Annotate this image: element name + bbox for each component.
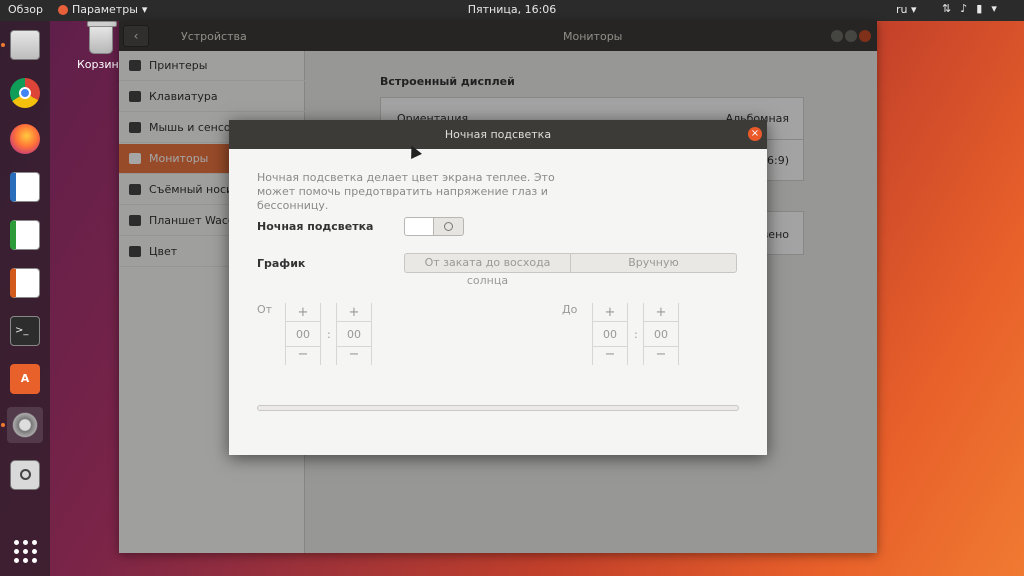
dock-impress[interactable] <box>7 265 43 301</box>
dialog-title: Ночная подсветка <box>444 128 552 141</box>
switch-off-icon <box>444 222 453 231</box>
switch-knob <box>405 218 434 235</box>
software-icon: A <box>10 364 40 394</box>
schedule-manual[interactable]: Вручную <box>570 254 736 272</box>
increment-button[interactable]: + <box>644 305 678 320</box>
to-minutes-value[interactable]: 00 <box>644 321 678 347</box>
from-minutes-value[interactable]: 00 <box>337 321 371 347</box>
to-hours-spinner[interactable]: + 00 − <box>592 303 628 365</box>
color-temperature-slider[interactable] <box>257 405 739 411</box>
impress-icon <box>10 268 40 298</box>
dock-firefox[interactable] <box>7 121 43 157</box>
trash-icon <box>87 21 117 54</box>
from-label: От <box>257 303 273 316</box>
decrement-button[interactable]: − <box>593 347 627 362</box>
schedule-selector: От заката до восхода солнца Вручную <box>404 253 737 287</box>
schedule-label: График <box>257 257 306 270</box>
dock-software[interactable]: A <box>7 361 43 397</box>
from-hours-spinner[interactable]: + 00 − <box>285 303 321 365</box>
battery-icon: ▮ <box>976 2 983 15</box>
to-minutes-spinner[interactable]: + 00 − <box>643 303 679 365</box>
schedule-sunset-to-sunrise[interactable]: От заката до восхода солнца <box>405 254 570 287</box>
writer-icon <box>10 172 40 202</box>
from-minutes-spinner[interactable]: + 00 − <box>336 303 372 365</box>
dialog-header: Ночная подсветка × <box>229 120 767 149</box>
volume-icon: ♪ <box>960 2 968 15</box>
language-indicator[interactable]: ru ▾ <box>896 3 917 16</box>
dialog-close-button[interactable]: × <box>748 127 762 141</box>
close-icon: × <box>750 128 760 139</box>
files-icon <box>10 30 40 60</box>
dock-app-grid[interactable] <box>7 533 43 569</box>
dock: >_ A <box>0 21 50 576</box>
camera-icon <box>10 460 40 490</box>
settings-icon <box>10 410 40 440</box>
increment-button[interactable]: + <box>593 305 627 320</box>
chevron-down-icon: ▾ <box>991 2 997 15</box>
decrement-button[interactable]: − <box>337 347 371 362</box>
from-hours-value[interactable]: 00 <box>286 321 320 347</box>
top-bar: Обзор Параметры ▾ Пятница, 16:06 ru ▾ ⇅ … <box>0 0 1024 21</box>
time-separator: : <box>327 328 331 341</box>
dock-files[interactable] <box>1 27 43 63</box>
calc-icon <box>10 220 40 250</box>
dock-camera[interactable] <box>7 457 43 493</box>
dock-settings[interactable] <box>1 407 43 443</box>
firefox-icon <box>10 124 40 154</box>
night-light-switch[interactable] <box>404 217 464 236</box>
desktop-trash[interactable]: Корзина <box>77 21 125 71</box>
decrement-button[interactable]: − <box>286 347 320 362</box>
running-indicator <box>1 423 5 427</box>
clock[interactable]: Пятница, 16:06 <box>0 3 1024 16</box>
increment-button[interactable]: + <box>337 305 371 320</box>
dock-calc[interactable] <box>7 217 43 253</box>
system-tray[interactable]: ⇅ ♪ ▮ ▾ <box>942 2 997 15</box>
to-hours-value[interactable]: 00 <box>593 321 627 347</box>
night-light-dialog: Ночная подсветка × Ночная подсветка дела… <box>229 120 767 455</box>
network-icon: ⇅ <box>942 2 952 15</box>
decrement-button[interactable]: − <box>644 347 678 362</box>
dialog-description: Ночная подсветка делает цвет экрана тепл… <box>257 171 555 212</box>
app-grid-icon <box>13 539 37 563</box>
running-indicator <box>1 43 5 47</box>
night-light-toggle-label: Ночная подсветка <box>257 220 374 233</box>
to-label: До <box>562 303 578 316</box>
terminal-icon: >_ <box>10 316 40 346</box>
chrome-icon <box>10 78 40 108</box>
time-separator: : <box>634 328 638 341</box>
dock-terminal[interactable]: >_ <box>7 313 43 349</box>
dock-chrome[interactable] <box>7 75 43 111</box>
dock-writer[interactable] <box>7 169 43 205</box>
increment-button[interactable]: + <box>286 305 320 320</box>
language-label: ru <box>896 3 908 16</box>
